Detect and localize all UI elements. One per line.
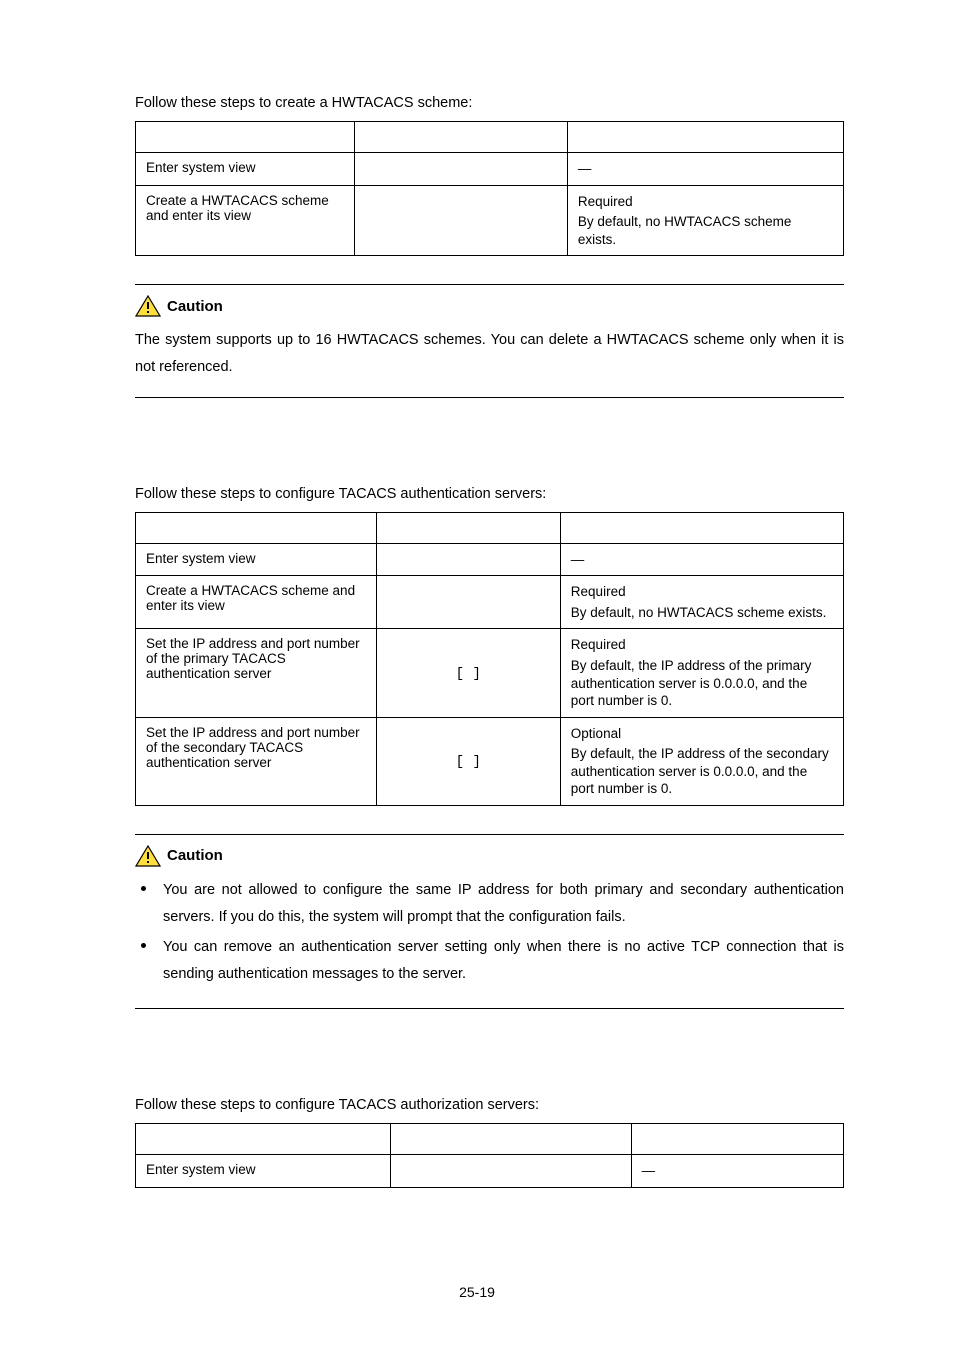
caution-icon bbox=[135, 845, 161, 867]
cell-command bbox=[355, 153, 567, 186]
bracket: [ ] bbox=[456, 666, 481, 682]
cell-command bbox=[355, 185, 567, 256]
table-row: Enter system view — bbox=[136, 1155, 844, 1188]
caution-label: Caution bbox=[167, 847, 223, 864]
th-blank bbox=[631, 1124, 843, 1155]
cell-desc: Enter system view bbox=[136, 543, 377, 576]
page-number: 25-19 bbox=[0, 1284, 954, 1300]
table-header-row bbox=[136, 512, 844, 543]
bullet-text: You are not allowed to configure the sam… bbox=[163, 882, 844, 925]
caution-bullet-list: You are not allowed to configure the sam… bbox=[135, 877, 844, 988]
cell-desc: Create a HWTACACS scheme and enter its v… bbox=[136, 576, 377, 629]
caution-text: The system supports up to 16 HWTACACS sc… bbox=[135, 327, 844, 381]
remark-line: Required bbox=[578, 193, 833, 211]
th-blank bbox=[567, 122, 843, 153]
caution-label: Caution bbox=[167, 298, 223, 315]
table-row: Enter system view — bbox=[136, 543, 844, 576]
caution-heading: Caution bbox=[135, 295, 844, 317]
remark-line: By default, no HWTACACS scheme exists. bbox=[571, 604, 833, 622]
bullet-item: You can remove an authentication server … bbox=[135, 934, 844, 988]
remark-line: Optional bbox=[571, 725, 833, 743]
dash: — bbox=[578, 160, 833, 178]
th-blank bbox=[136, 1124, 391, 1155]
cell-remark: Optional By default, the IP address of t… bbox=[560, 717, 843, 805]
table-auth-servers: Enter system view — Create a HWTACACS sc… bbox=[135, 512, 844, 806]
cell-command: [ ] bbox=[376, 629, 560, 717]
th-blank bbox=[136, 512, 377, 543]
caution-block-1: Caution The system supports up to 16 HWT… bbox=[135, 284, 844, 398]
caution-heading: Caution bbox=[135, 845, 844, 867]
section3-intro: Follow these steps to configure TACACS a… bbox=[135, 1097, 844, 1113]
remark-line: By default, no HWTACACS scheme exists. bbox=[578, 213, 833, 248]
table-row: Create a HWTACACS scheme and enter its v… bbox=[136, 576, 844, 629]
bullet-item: You are not allowed to configure the sam… bbox=[135, 877, 844, 931]
th-blank bbox=[355, 122, 567, 153]
th-blank bbox=[376, 512, 560, 543]
bullet-dot-icon bbox=[141, 886, 146, 891]
bullet-text: You can remove an authentication server … bbox=[163, 939, 844, 982]
section1-intro: Follow these steps to create a HWTACACS … bbox=[135, 95, 844, 111]
caution-block-2: Caution You are not allowed to configure… bbox=[135, 834, 844, 1009]
table-header-row bbox=[136, 122, 844, 153]
table-header-row bbox=[136, 1124, 844, 1155]
table-authz-servers: Enter system view — bbox=[135, 1123, 844, 1188]
th-blank bbox=[136, 122, 355, 153]
cell-remark: — bbox=[631, 1155, 843, 1188]
bullet-dot-icon bbox=[141, 943, 146, 948]
dash: — bbox=[642, 1162, 833, 1180]
remark-line: Required bbox=[571, 583, 833, 601]
cell-desc: Set the IP address and port number of th… bbox=[136, 717, 377, 805]
remark-line: By default, the IP address of the second… bbox=[571, 745, 833, 798]
cell-command bbox=[376, 576, 560, 629]
cell-command bbox=[376, 543, 560, 576]
bracket: [ ] bbox=[456, 754, 481, 770]
remark-line: Required bbox=[571, 636, 833, 654]
th-blank bbox=[390, 1124, 631, 1155]
section2-intro: Follow these steps to configure TACACS a… bbox=[135, 486, 844, 502]
cell-desc: Enter system view bbox=[136, 1155, 391, 1188]
cell-remark: Required By default, the IP address of t… bbox=[560, 629, 843, 717]
dash: — bbox=[571, 551, 833, 569]
cell-desc: Set the IP address and port number of th… bbox=[136, 629, 377, 717]
cell-remark: Required By default, no HWTACACS scheme … bbox=[567, 185, 843, 256]
th-blank bbox=[560, 512, 843, 543]
remark-line: By default, the IP address of the primar… bbox=[571, 657, 833, 710]
cell-command: [ ] bbox=[376, 717, 560, 805]
cell-command bbox=[390, 1155, 631, 1188]
table-row: Enter system view — bbox=[136, 153, 844, 186]
table-row: Create a HWTACACS scheme and enter its v… bbox=[136, 185, 844, 256]
caution-icon bbox=[135, 295, 161, 317]
table-create-scheme: Enter system view — Create a HWTACACS sc… bbox=[135, 121, 844, 256]
cell-remark: — bbox=[560, 543, 843, 576]
table-row: Set the IP address and port number of th… bbox=[136, 717, 844, 805]
cell-desc: Create a HWTACACS scheme and enter its v… bbox=[136, 185, 355, 256]
cell-remark: Required By default, no HWTACACS scheme … bbox=[560, 576, 843, 629]
cell-remark: — bbox=[567, 153, 843, 186]
table-row: Set the IP address and port number of th… bbox=[136, 629, 844, 717]
cell-desc: Enter system view bbox=[136, 153, 355, 186]
